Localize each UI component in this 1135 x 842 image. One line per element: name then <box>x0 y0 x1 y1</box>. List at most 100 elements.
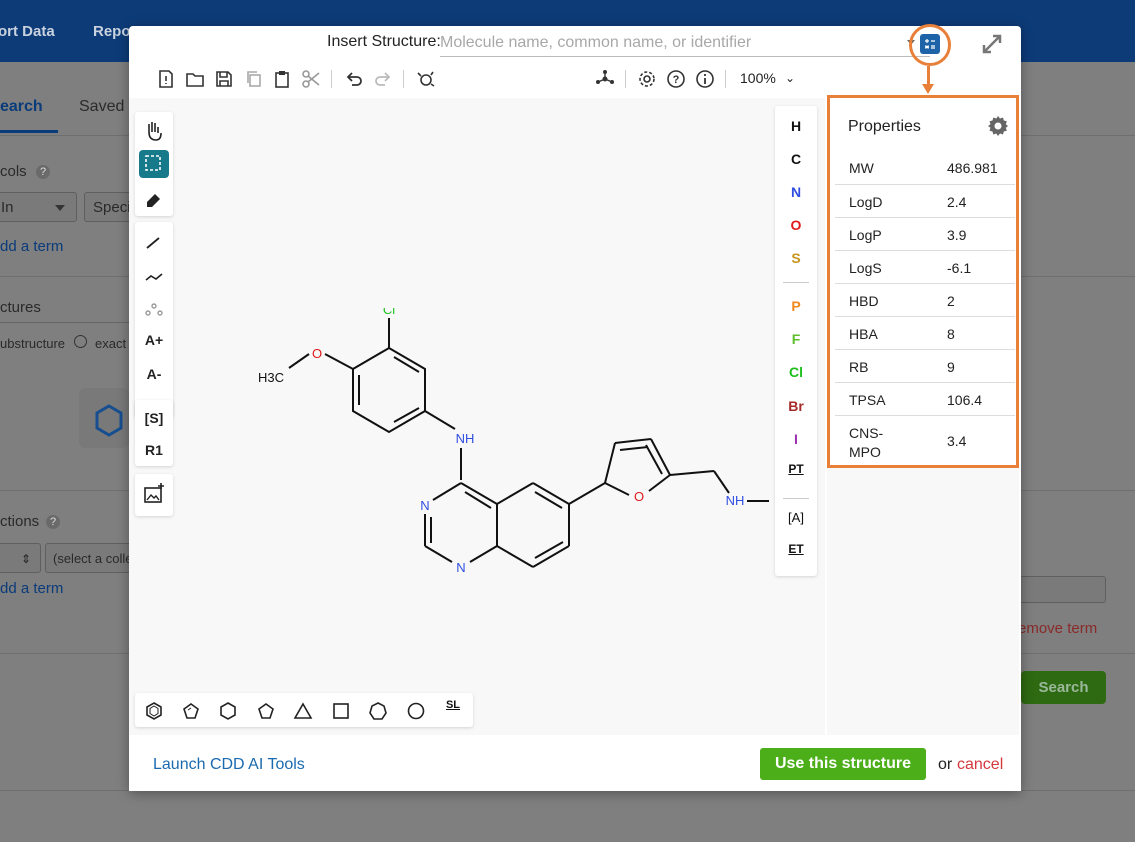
atom-i-button[interactable]: I <box>775 431 817 447</box>
chevron-down-icon <box>55 205 65 211</box>
collection-operator-select[interactable]: ⇕ <box>0 543 41 573</box>
chain-icon[interactable] <box>139 262 169 290</box>
substructure-label: ubstructure <box>0 336 66 351</box>
new-file-icon[interactable] <box>155 68 177 90</box>
molecule-structure[interactable]: Cl O H3C NH N N O NH <box>249 308 769 628</box>
r-group-icon[interactable] <box>139 294 169 322</box>
add-image-icon[interactable] <box>139 480 169 508</box>
cyclopropane-icon[interactable] <box>293 701 313 721</box>
toolbar-divider <box>331 70 332 88</box>
atom-c-button[interactable]: C <box>775 151 817 167</box>
protocols-label: cols <box>0 163 27 180</box>
property-value: 106.4 <box>947 392 983 408</box>
tab-saved[interactable]: Saved <box>79 98 124 116</box>
spec-select[interactable]: Speci <box>84 192 134 222</box>
property-key: CNS- MPO <box>849 425 884 460</box>
atom-s-button[interactable]: S <box>775 250 817 266</box>
increase-charge-button[interactable]: A+ <box>139 326 169 354</box>
decrease-charge-button[interactable]: A- <box>139 360 169 388</box>
property-value: 2.4 <box>947 194 967 210</box>
property-row: CNS- MPO 3.4 <box>835 415 1015 465</box>
redo-icon[interactable] <box>372 68 394 90</box>
undo-icon[interactable] <box>343 68 365 90</box>
paste-icon[interactable] <box>271 68 293 90</box>
protocols-help-icon[interactable]: ? <box>36 165 50 179</box>
extended-table-button[interactable]: ET <box>775 542 817 556</box>
periodic-table-button[interactable]: PT <box>775 462 817 476</box>
hand-icon[interactable] <box>139 116 169 144</box>
atom-p-button[interactable]: P <box>775 298 817 314</box>
any-atom-button[interactable]: [A] <box>775 510 817 525</box>
property-value: 9 <box>947 359 955 375</box>
exact-radio[interactable] <box>74 335 87 348</box>
property-value: 3.4 <box>947 433 967 449</box>
eraser-icon[interactable] <box>139 184 169 212</box>
atom-br-button[interactable]: Br <box>775 398 817 414</box>
open-folder-icon[interactable] <box>184 68 206 90</box>
cyclopentadiene-icon[interactable] <box>181 701 201 721</box>
property-key: TPSA <box>849 392 886 408</box>
atom-n-button[interactable]: N <box>775 184 817 200</box>
rgroup-button[interactable]: R1 <box>139 436 169 464</box>
shape-palette: SL <box>135 693 473 727</box>
atom-o-button[interactable]: O <box>775 217 817 233</box>
benzene-icon[interactable] <box>144 701 164 721</box>
use-structure-button[interactable]: Use this structure <box>760 748 926 780</box>
add-term-link[interactable]: dd a term <box>0 238 63 255</box>
structures-underline <box>0 322 130 323</box>
protocol-select[interactable]: In <box>0 192 77 222</box>
structure-preview[interactable] <box>79 388 129 448</box>
single-bond-icon[interactable] <box>139 228 169 256</box>
add-term-link-2[interactable]: dd a term <box>0 580 63 597</box>
collections-label: ctions <box>0 513 40 530</box>
spec-select-value: Speci <box>93 199 131 216</box>
remove-term-link[interactable]: emove term <box>1018 620 1097 637</box>
expand-icon[interactable] <box>980 32 1004 56</box>
nav-import-data[interactable]: ort Data <box>0 23 55 40</box>
property-row: MW 486.981 <box>835 151 1015 184</box>
property-key: HBA <box>849 326 878 342</box>
properties-panel-background <box>827 468 1019 735</box>
help-icon[interactable]: ? <box>665 68 687 90</box>
cut-icon[interactable] <box>300 68 322 90</box>
clean-structure-icon[interactable] <box>415 68 437 90</box>
term-input[interactable] <box>1012 576 1106 603</box>
molecule-bonds <box>288 318 769 568</box>
launch-ai-tools-link[interactable]: Launch CDD AI Tools <box>153 756 305 774</box>
cyclobutane-icon[interactable] <box>331 701 351 721</box>
atom-cl-button[interactable]: Cl <box>775 364 817 380</box>
left-tools-image-group <box>135 474 173 516</box>
gear-icon[interactable] <box>986 114 1010 138</box>
atom-f-button[interactable]: F <box>775 331 817 347</box>
cyclooctane-icon[interactable] <box>406 701 426 721</box>
tab-search[interactable]: earch <box>0 98 43 116</box>
cyclohexane-icon[interactable] <box>218 701 238 721</box>
copy-icon[interactable] <box>243 68 265 90</box>
drawing-canvas[interactable]: A+ A- [S] R1 Cl O H3C NH N N O NH H C N … <box>129 98 825 764</box>
property-key: MW <box>849 160 874 176</box>
nav-reports[interactable]: Repo <box>93 23 131 40</box>
selection-tool[interactable] <box>139 150 169 178</box>
atom-label: Cl <box>383 308 395 317</box>
3d-view-icon[interactable] <box>594 68 616 90</box>
chevron-down-icon[interactable]: ⌄ <box>785 71 795 85</box>
cycloheptane-icon[interactable] <box>368 701 388 721</box>
atom-h-button[interactable]: H <box>775 118 817 134</box>
zoom-level[interactable]: 100% <box>740 70 776 86</box>
property-row: LogP 3.9 <box>835 217 1015 250</box>
cancel-link[interactable]: cancel <box>957 756 1003 774</box>
palette-divider <box>783 282 809 283</box>
collections-help-icon[interactable]: ? <box>46 515 60 529</box>
save-icon[interactable] <box>213 68 235 90</box>
properties-panel: Properties MW 486.981 LogD 2.4 LogP 3.9 … <box>827 95 1019 468</box>
collection-select[interactable]: (select a colle <box>45 543 135 573</box>
cyclopentane-icon[interactable] <box>256 701 276 721</box>
settings-icon[interactable] <box>636 68 658 90</box>
toolbar-divider <box>725 70 726 88</box>
s-group-button[interactable]: [S] <box>139 404 169 432</box>
tab-search-underline <box>0 130 58 133</box>
insert-structure-input[interactable] <box>440 30 930 57</box>
search-button[interactable]: Search <box>1021 671 1106 704</box>
info-icon[interactable] <box>694 68 716 90</box>
structure-library-button[interactable]: SL <box>441 699 465 719</box>
